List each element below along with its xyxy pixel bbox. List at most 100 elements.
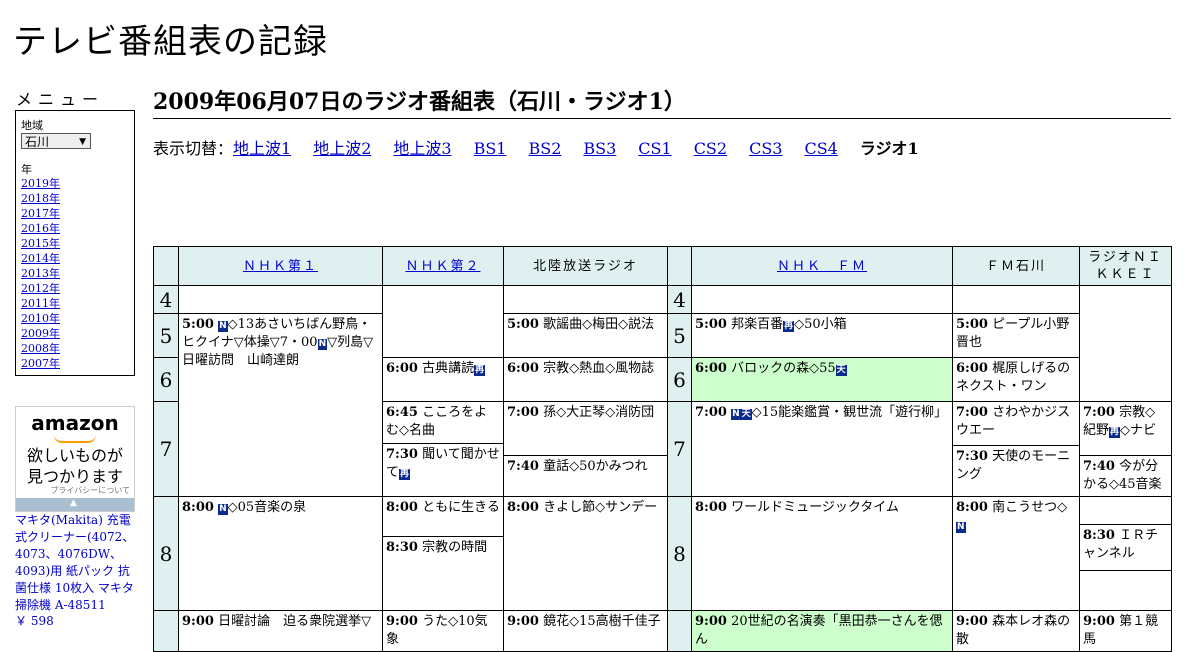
program-cell-highlighted[interactable]: 6:00 バロックの森◇55天 bbox=[691, 357, 953, 402]
menu-box: 地域 石川 ▼ 年 2019年 2018年 2017年 2016年 2015年 … bbox=[15, 110, 135, 376]
switch-link-cs2[interactable]: CS2 bbox=[694, 139, 727, 158]
switch-link-cs3[interactable]: CS3 bbox=[749, 139, 782, 158]
program-cell[interactable]: 5:00 歌謡曲◇梅田◇説法 bbox=[503, 313, 668, 358]
program-title: ワールドミュージックタイム bbox=[731, 500, 900, 515]
program-cell[interactable]: 7:00 N 天◇15能楽鑑賞・観世流「遊行柳」 bbox=[691, 401, 953, 497]
switch-current-radio1: ラジオ1 bbox=[859, 139, 919, 158]
program-title: 宗教の時間 bbox=[422, 540, 488, 555]
year-link-2010[interactable]: 2010年 bbox=[21, 312, 60, 325]
program-cell[interactable]: 6:00 宗教◇熱血◇風物誌 bbox=[503, 357, 668, 402]
program-cell[interactable]: 7:00 孫◇大正琴◇消防団 7:40 童話◇50かみつれ bbox=[503, 401, 668, 497]
year-link-2008[interactable]: 2008年 bbox=[21, 342, 60, 355]
program-cell-empty bbox=[691, 285, 953, 314]
program-cell[interactable]: 5:00 邦楽百番再◇50小箱 bbox=[691, 313, 953, 358]
program-title: ◇15能楽鑑賞・観世流「遊行柳」 bbox=[751, 405, 948, 420]
program-cell[interactable]: 6:45 こころをよむ◇名曲 7:30 聞いて聞かせて再 bbox=[382, 401, 504, 497]
program-cell[interactable]: 6:00 古典講読再 bbox=[382, 357, 504, 402]
program-time: 5:00 bbox=[956, 317, 988, 332]
program-time: 6:45 bbox=[386, 405, 418, 420]
program-time: 6:00 bbox=[507, 361, 539, 376]
program-cell[interactable]: 9:00 日曜討論 迫る衆院選挙▽ bbox=[178, 610, 383, 652]
weather-badge-icon: 天 bbox=[740, 409, 752, 420]
switch-link-terrestrial3[interactable]: 地上波3 bbox=[393, 139, 451, 158]
amazon-smile-icon bbox=[54, 435, 96, 443]
ad-scroll-bar[interactable]: ▲ bbox=[16, 498, 134, 511]
year-link-2012[interactable]: 2012年 bbox=[21, 282, 60, 295]
hour-cell-6: 6 bbox=[153, 357, 179, 402]
program-cell[interactable]: 7:00 さわやかジスウエー 7:30 天使のモーニング bbox=[952, 401, 1080, 497]
program-time: 6:00 bbox=[386, 361, 418, 376]
program-cell-empty bbox=[382, 285, 504, 358]
channel-link-nhkfm[interactable]: ＮＨＫ ＦＭ bbox=[777, 259, 867, 274]
program-cell[interactable]: 7:00 宗教◇紀野再◇ナビ 7:40 今が分かる◇45音楽 bbox=[1079, 401, 1172, 497]
switch-link-cs4[interactable]: CS4 bbox=[804, 139, 837, 158]
ad-product-link[interactable]: マキタ(Makita) 充電式クリーナー(4072、4073、4076DW、40… bbox=[15, 512, 140, 614]
year-link-2007[interactable]: 2007年 bbox=[21, 357, 60, 370]
switch-link-terrestrial1[interactable]: 地上波1 bbox=[233, 139, 291, 158]
year-link-2013[interactable]: 2013年 bbox=[21, 267, 60, 280]
hour-cell-9-right bbox=[667, 610, 692, 652]
year-link-2011[interactable]: 2011年 bbox=[21, 297, 60, 310]
channel-link-nhk1[interactable]: ＮＨＫ第１ bbox=[243, 259, 318, 274]
program-title: きよし節◇サンデー bbox=[543, 500, 658, 515]
program-time: 7:00 bbox=[695, 405, 727, 420]
ad-copy-line2: 見つかります bbox=[26, 467, 123, 486]
program-cell[interactable]: 5:00 N◇13あさいちばん野鳥・ヒクイナ▽体操▽7・00N▽列島▽日曜訪問 … bbox=[178, 313, 383, 497]
hour-cell-7-right: 7 bbox=[667, 401, 692, 497]
dropdown-arrow-icon: ▼ bbox=[79, 137, 86, 147]
hour-cell-8-right: 8 bbox=[667, 496, 692, 611]
program-time: 7:30 bbox=[956, 449, 988, 464]
program-cell[interactable]: 6:00 梶原しげるのネクスト・ワン bbox=[952, 357, 1080, 402]
amazon-ad-banner[interactable]: amazon 欲しいものが 見つかります プライバシーについて ▲ bbox=[15, 406, 135, 512]
region-select[interactable]: 石川 ▼ bbox=[21, 133, 91, 149]
program-cell[interactable]: 9:00 森本レオ森の散 bbox=[952, 610, 1080, 652]
program-time: 7:00 bbox=[507, 405, 539, 420]
program-time: 8:00 bbox=[695, 500, 727, 515]
weather-badge-icon: 天 bbox=[835, 365, 847, 376]
program-title: 古典講読 bbox=[422, 361, 475, 376]
program-cell-empty bbox=[952, 285, 1080, 314]
program-time: 9:00 bbox=[386, 614, 418, 629]
switch-link-cs1[interactable]: CS1 bbox=[638, 139, 671, 158]
year-link-2014[interactable]: 2014年 bbox=[21, 252, 60, 265]
program-cell[interactable]: 8:30 ＩＲチャンネル bbox=[1079, 496, 1172, 611]
ad-privacy-link[interactable]: プライバシーについて bbox=[50, 485, 130, 496]
switch-link-bs1[interactable]: BS1 bbox=[474, 139, 507, 158]
news-badge-icon: N bbox=[218, 504, 228, 515]
year-link-2009[interactable]: 2009年 bbox=[21, 327, 60, 340]
year-link-2017[interactable]: 2017年 bbox=[21, 207, 60, 220]
program-cell[interactable]: 9:00 うた◇10気象 bbox=[382, 610, 504, 652]
program-cell[interactable]: 8:00 きよし節◇サンデー bbox=[503, 496, 668, 611]
program-cell[interactable]: 8:00 南こうせつ◇ N bbox=[952, 496, 1080, 611]
program-time: 9:00 bbox=[182, 614, 214, 629]
program-title: 邦楽百番 bbox=[731, 317, 784, 332]
program-cell[interactable]: 8:00 ワールドミュージックタイム bbox=[691, 496, 953, 611]
hour-cell-5: 5 bbox=[153, 313, 179, 358]
rerun-badge-icon: 再 bbox=[474, 365, 486, 376]
program-title: ともに生きる bbox=[422, 500, 500, 515]
program-cell-highlighted[interactable]: 9:00 20世紀の名演奏「黒田恭一さんを偲ん bbox=[691, 610, 953, 652]
year-label: 年 bbox=[21, 163, 32, 176]
program-time: 9:00 bbox=[956, 614, 988, 629]
channel-header-nhk1: ＮＨＫ第１ bbox=[178, 246, 383, 286]
switch-link-bs2[interactable]: BS2 bbox=[528, 139, 561, 158]
switch-link-terrestrial2[interactable]: 地上波2 bbox=[313, 139, 371, 158]
program-cell[interactable]: 8:00 ともに生きる 8:30 宗教の時間 bbox=[382, 496, 504, 611]
year-link-2018[interactable]: 2018年 bbox=[21, 192, 60, 205]
program-title: 鏡花◇15高樹千佳子 bbox=[543, 614, 661, 629]
year-link-2016[interactable]: 2016年 bbox=[21, 222, 60, 235]
hour-cell-4-right: 4 bbox=[667, 285, 692, 314]
program-cell[interactable]: 9:00 鏡花◇15高樹千佳子 bbox=[503, 610, 668, 652]
program-cell[interactable]: 9:00 第１競馬 bbox=[1079, 610, 1172, 652]
year-link-2019[interactable]: 2019年 bbox=[21, 177, 60, 190]
program-cell[interactable]: 8:00 N◇05音楽の泉 bbox=[178, 496, 383, 611]
program-title: 孫◇大正琴◇消防団 bbox=[543, 405, 655, 420]
program-cell[interactable]: 5:00 ピープル小野晋也 bbox=[952, 313, 1080, 358]
view-switch-label: 表示切替： bbox=[153, 139, 234, 158]
channel-link-nhk2[interactable]: ＮＨＫ第２ bbox=[405, 259, 480, 274]
year-link-2015[interactable]: 2015年 bbox=[21, 237, 60, 250]
switch-link-bs3[interactable]: BS3 bbox=[583, 139, 616, 158]
program-time: 7:40 bbox=[507, 459, 539, 474]
program-title: 日曜討論 迫る衆院選挙▽ bbox=[218, 614, 372, 629]
hour-cell-7: 7 bbox=[153, 401, 179, 497]
